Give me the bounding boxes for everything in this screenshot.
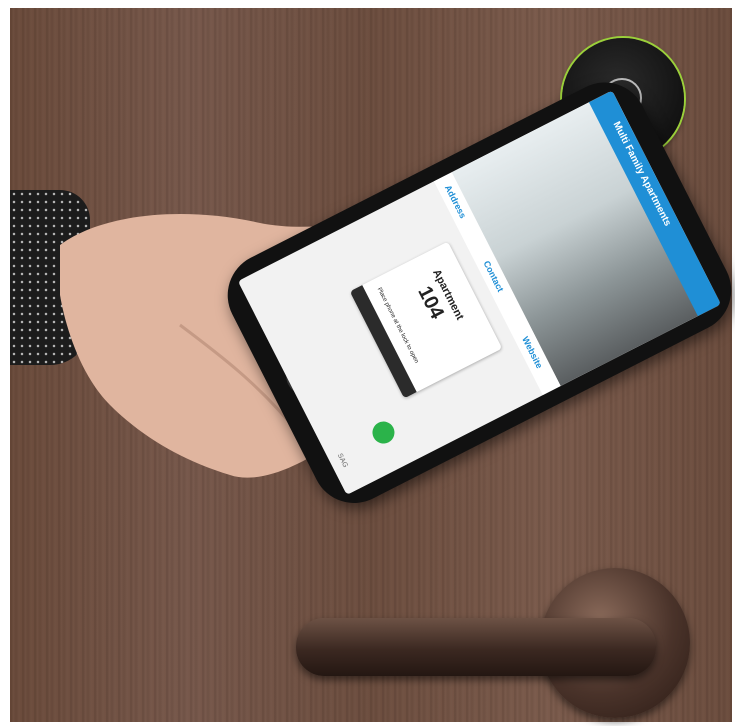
door-handle-lever: [296, 618, 656, 676]
photo-frame: Multi Family Apartments Address Contact …: [0, 0, 735, 726]
app-header: Multi Family Apartments: [588, 90, 722, 317]
brand-logo: SAG: [335, 452, 349, 469]
nfc-unlock-icon[interactable]: [368, 417, 399, 448]
